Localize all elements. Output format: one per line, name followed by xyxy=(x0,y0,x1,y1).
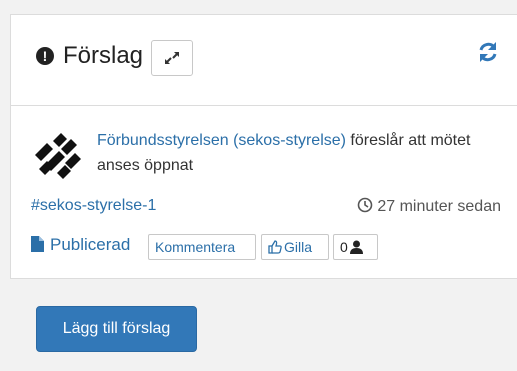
proposals-panel: ! Förslag Förbundsstyrelsen (sekos-styre… xyxy=(10,14,517,279)
supporters-count: 0 xyxy=(340,239,348,255)
thumbs-up-icon xyxy=(268,240,282,254)
status-link[interactable]: Publicerad xyxy=(31,235,130,255)
avatar xyxy=(35,133,81,179)
expand-arrows-icon xyxy=(165,52,179,64)
panel-header: ! Förslag xyxy=(11,15,517,106)
proposal-text: Förbundsstyrelsen (sekos-styrelse) föres… xyxy=(97,128,497,178)
clock-icon xyxy=(358,197,373,213)
expand-button[interactable] xyxy=(151,40,193,76)
time-text: 27 minuter sedan xyxy=(377,198,501,215)
like-label: Gilla xyxy=(284,239,313,255)
document-icon xyxy=(31,236,44,252)
add-proposal-button[interactable]: Lägg till förslag xyxy=(36,306,197,352)
status-text: Publicerad xyxy=(50,235,131,254)
user-icon xyxy=(349,240,363,254)
proposal-tag-link[interactable]: #sekos-styrelse-1 xyxy=(31,197,156,215)
refresh-icon[interactable] xyxy=(477,41,499,63)
like-button[interactable]: Gilla xyxy=(261,234,329,260)
exclamation-circle-icon: ! xyxy=(36,47,54,65)
comment-button[interactable]: Kommentera xyxy=(148,234,256,260)
proposal-author-link[interactable]: Förbundsstyrelsen (sekos-styrelse) xyxy=(97,132,346,149)
proposal-time: 27 minuter sedan xyxy=(357,197,501,216)
panel-title: Förslag xyxy=(63,42,144,69)
supporters-button[interactable]: 0 xyxy=(333,234,378,260)
